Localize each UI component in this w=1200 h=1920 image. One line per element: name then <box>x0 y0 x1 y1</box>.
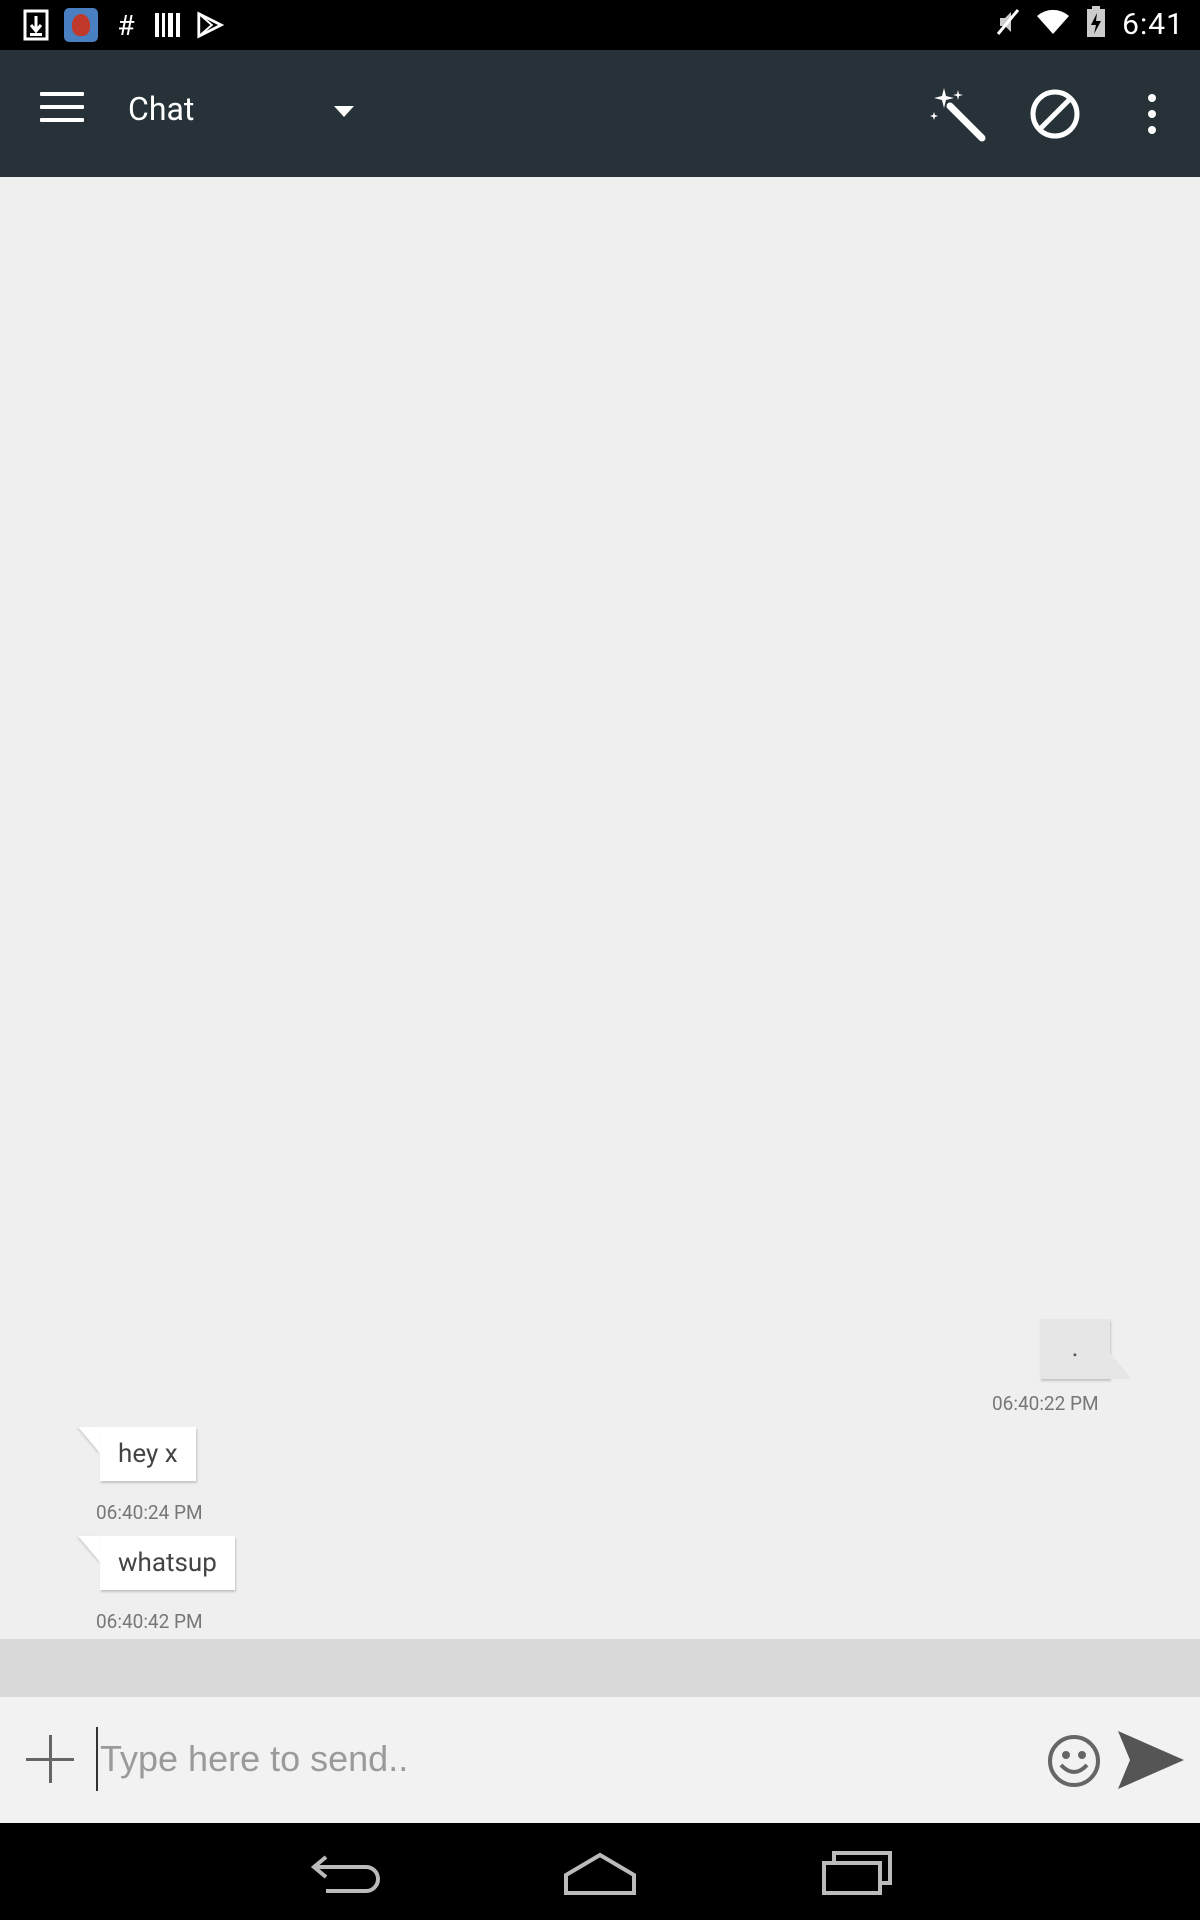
menu-icon[interactable] <box>40 92 84 132</box>
block-icon[interactable] <box>1027 86 1083 142</box>
dropdown-caret-icon[interactable] <box>334 106 354 117</box>
barcode-icon <box>154 9 182 41</box>
clock: 6:41 <box>1122 6 1184 42</box>
emoji-icon[interactable] <box>1046 1733 1102 1789</box>
message-text: whatsup <box>118 1548 217 1578</box>
message-timestamp: 06:40:22 PM <box>992 1392 1099 1415</box>
hashtag-icon: # <box>117 8 135 42</box>
recents-icon[interactable] <box>816 1845 896 1899</box>
play-store-icon <box>196 9 224 41</box>
incoming-message-bubble[interactable]: hey x <box>100 1427 196 1481</box>
status-bar: # 6:41 <box>0 0 1200 50</box>
home-icon[interactable] <box>560 1845 640 1899</box>
back-icon[interactable] <box>304 1845 384 1899</box>
message-text: . <box>1071 1333 1079 1363</box>
message-timestamp: 06:40:42 PM <box>96 1610 203 1633</box>
message-text: hey x <box>118 1439 178 1469</box>
chat-messages-area[interactable]: . 06:40:22 PM hey x 06:40:24 PM whatsup … <box>0 177 1200 1639</box>
notification-icons: # <box>22 8 224 42</box>
mute-icon <box>994 6 1020 42</box>
system-icons: 6:41 <box>994 6 1184 42</box>
download-icon <box>22 9 50 41</box>
outgoing-message-bubble[interactable]: . <box>1040 1319 1132 1379</box>
overflow-menu-icon[interactable] <box>1124 86 1180 142</box>
chat-title[interactable]: Chat <box>128 90 194 128</box>
message-timestamp: 06:40:24 PM <box>96 1501 203 1524</box>
message-input[interactable] <box>96 1727 1026 1791</box>
battery-icon <box>1086 6 1106 42</box>
action-bar: Chat <box>0 50 1200 177</box>
add-icon[interactable] <box>26 1735 74 1783</box>
incoming-message-bubble[interactable]: whatsup <box>100 1536 235 1590</box>
magic-wand-icon[interactable] <box>930 86 986 142</box>
divider-strip <box>0 1639 1200 1697</box>
app-notification-icon <box>64 8 98 42</box>
send-icon[interactable] <box>1116 1725 1186 1795</box>
navigation-bar <box>0 1823 1200 1920</box>
wifi-icon <box>1036 8 1070 40</box>
message-input-bar <box>0 1697 1200 1823</box>
